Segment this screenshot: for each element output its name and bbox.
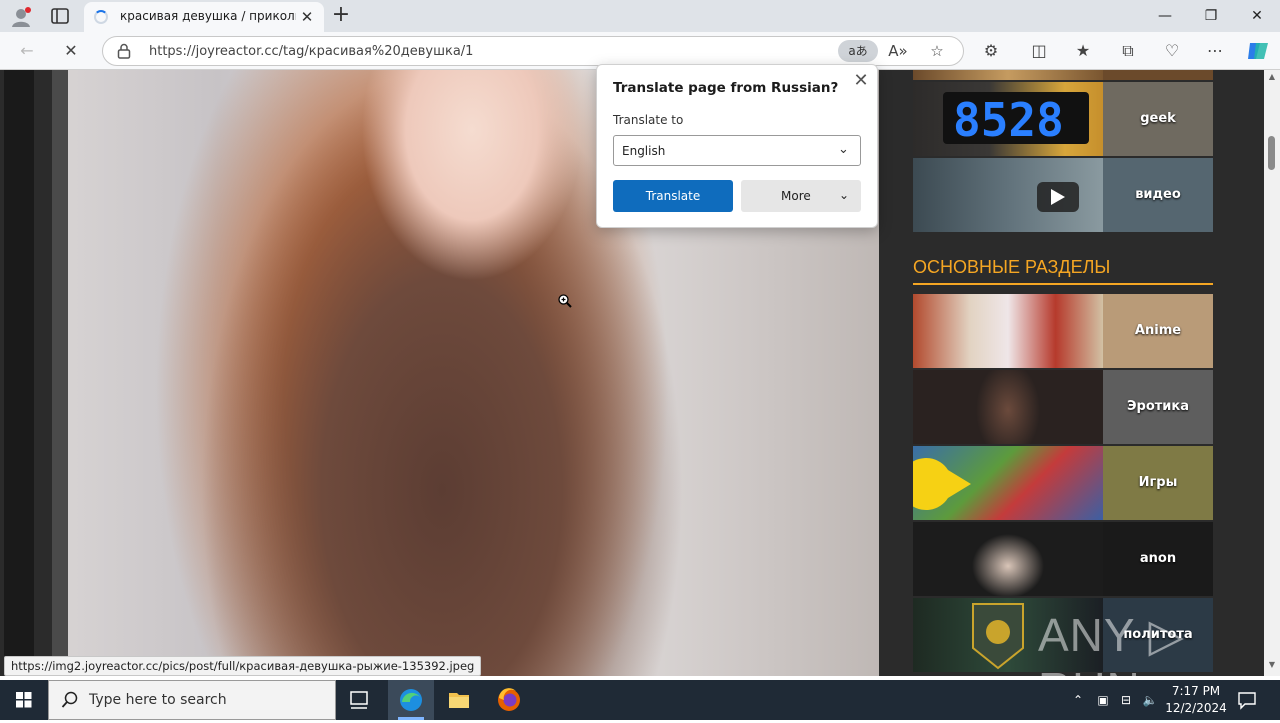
section-title: ОСНОВНЫЕ РАЗДЕЛЫ xyxy=(913,253,1213,285)
minimize-button[interactable]: — xyxy=(1142,0,1188,32)
image-frame xyxy=(52,70,68,676)
tile-image xyxy=(913,158,1103,232)
tab-actions-icon[interactable] xyxy=(50,7,70,25)
zoom-in-cursor-icon xyxy=(558,294,572,308)
scroll-thumb[interactable] xyxy=(1268,136,1275,170)
favorites-icon[interactable]: ★ xyxy=(1072,40,1094,62)
read-aloud-icon[interactable]: A» xyxy=(887,40,909,62)
stop-loading-icon[interactable]: ✕ xyxy=(60,40,82,62)
file-explorer-icon[interactable] xyxy=(436,680,482,720)
taskbar-clock[interactable]: 7:17 PM 12/2/2024 xyxy=(1160,683,1232,717)
svg-text:8528: 8528 xyxy=(953,93,1064,147)
tile-label: anon xyxy=(1103,522,1213,596)
translate-to-label: Translate to xyxy=(613,113,684,127)
taskbar-search-input[interactable]: Type here to search xyxy=(48,680,336,720)
tile-label: Игры xyxy=(1103,446,1213,520)
tab-bar: красивая девушка / прикольны ✕ + — ❐ ✕ xyxy=(0,0,1280,32)
tile-image xyxy=(913,294,1103,368)
popup-heading: Translate page from Russian? xyxy=(613,80,839,96)
sidebar-tile-games[interactable]: Игры xyxy=(913,446,1213,520)
firefox-icon[interactable] xyxy=(486,680,532,720)
tile-label: Anime xyxy=(1103,294,1213,368)
sidebar-tile-video[interactable]: видео xyxy=(913,158,1213,232)
scroll-up-arrow-icon[interactable]: ▲ xyxy=(1267,72,1277,81)
scroll-down-arrow-icon[interactable]: ▼ xyxy=(1267,660,1277,669)
notifications-icon[interactable] xyxy=(1236,690,1258,710)
status-bar-url: https://img2.joyreactor.cc/pics/post/ful… xyxy=(4,656,482,676)
tab-active[interactable]: красивая девушка / прикольны ✕ xyxy=(84,2,324,32)
tile-image xyxy=(913,446,1103,520)
vertical-scrollbar[interactable]: ▲ ▼ xyxy=(1264,70,1280,676)
address-bar[interactable]: https://joyreactor.cc/tag/красивая%20дев… xyxy=(102,36,964,66)
split-screen-icon[interactable]: ◫ xyxy=(1028,40,1050,62)
sidebar-tile-erotica[interactable]: Эротика xyxy=(913,370,1213,444)
tile-image: 8528 xyxy=(913,82,1103,156)
pacman-icon xyxy=(913,458,971,510)
new-tab-button[interactable]: + xyxy=(330,4,352,26)
task-view-icon[interactable] xyxy=(336,680,382,720)
tile-image xyxy=(913,522,1103,596)
sidebar-tile-top[interactable] xyxy=(913,70,1213,80)
tile-label: geek xyxy=(1103,82,1213,156)
digital-clock-icon: 8528 xyxy=(943,92,1089,147)
sidebar: 8528 geek видео ОСНОВНЫЕ РАЗДЕЛЫ Anime Э… xyxy=(913,70,1215,676)
collections-icon[interactable]: ⧉ xyxy=(1117,40,1139,62)
tile-label: Эротика xyxy=(1103,370,1213,444)
network-icon[interactable]: ⊟ xyxy=(1118,692,1134,708)
tile-image xyxy=(913,370,1103,444)
back-arrow-icon[interactable]: ← xyxy=(16,40,38,62)
edge-taskbar-icon[interactable] xyxy=(388,680,434,720)
chevron-down-icon: ⌄ xyxy=(839,188,850,202)
sidebar-tile-geek[interactable]: 8528 geek xyxy=(913,82,1213,156)
close-window-button[interactable]: ✕ xyxy=(1234,0,1280,32)
loading-spinner-icon xyxy=(94,10,108,24)
browser-essentials-icon[interactable]: ♡ xyxy=(1161,40,1183,62)
lock-icon[interactable] xyxy=(117,43,131,59)
volume-icon[interactable]: 🔈 xyxy=(1142,692,1158,708)
extensions-icon[interactable]: ⚙ xyxy=(980,40,1002,62)
copilot-icon[interactable] xyxy=(1246,40,1270,62)
translate-popup: Translate page from Russian? ✕ Translate… xyxy=(596,64,878,228)
search-placeholder: Type here to search xyxy=(89,692,227,708)
translate-page-icon[interactable]: aあ xyxy=(838,40,878,62)
sidebar-tile-anon[interactable]: anon xyxy=(913,522,1213,596)
clock-date: 12/2/2024 xyxy=(1165,701,1227,715)
tile-label: видео xyxy=(1103,158,1213,232)
tile-image xyxy=(913,70,1103,80)
url-text[interactable]: https://joyreactor.cc/tag/красивая%20дев… xyxy=(149,44,473,59)
favorite-star-icon[interactable]: ☆ xyxy=(926,40,948,62)
close-icon[interactable]: ✕ xyxy=(851,71,871,91)
more-button[interactable]: More ⌄ xyxy=(741,180,861,212)
language-select[interactable]: English ⌄ xyxy=(613,135,861,166)
tab-title: красивая девушка / прикольны xyxy=(120,9,296,23)
more-button-label: More xyxy=(781,189,811,203)
tab-close-icon[interactable]: ✕ xyxy=(298,8,316,26)
restore-button[interactable]: ❐ xyxy=(1188,0,1234,32)
search-icon xyxy=(61,691,78,708)
profile-icon[interactable] xyxy=(10,6,32,28)
chevron-down-icon: ⌄ xyxy=(838,142,849,157)
taskbar: Type here to search ⌃ ▣ ⊟ 🔈 7:17 PM 12/2… xyxy=(0,680,1280,720)
device-icon[interactable]: ▣ xyxy=(1095,692,1111,708)
chevron-up-icon[interactable]: ⌃ xyxy=(1070,692,1086,708)
sidebar-tile-anime[interactable]: Anime xyxy=(913,294,1213,368)
selected-language: English xyxy=(622,144,666,158)
more-menu-icon[interactable]: ⋯ xyxy=(1204,40,1226,62)
windows-start-icon[interactable] xyxy=(0,680,48,720)
translate-button[interactable]: Translate xyxy=(613,180,733,212)
left-margin xyxy=(4,70,34,676)
clock-time: 7:17 PM xyxy=(1171,684,1221,698)
